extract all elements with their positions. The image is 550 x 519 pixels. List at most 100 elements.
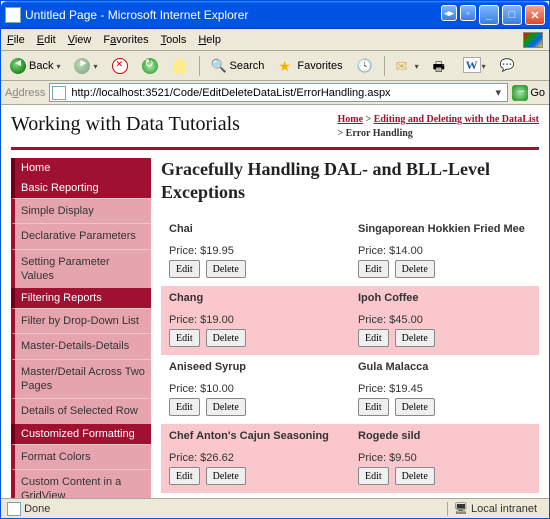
header-divider — [11, 147, 539, 150]
maximize-button[interactable]: □ — [502, 5, 522, 25]
history-button[interactable] — [352, 55, 378, 77]
edit-button[interactable]: Edit — [358, 467, 389, 485]
sidebar-item[interactable]: Simple Display — [11, 198, 151, 223]
product-name: Chang — [169, 292, 342, 304]
product-price: Price: $19.95 — [169, 245, 342, 257]
edit-button[interactable]: Edit — [169, 260, 200, 278]
toolbar: Back Search Favorites — [1, 51, 549, 81]
product-cell: Aniseed Syrup Price: $10.00 Edit Delete — [161, 355, 350, 424]
edit-button[interactable]: Edit — [358, 329, 389, 347]
sidebar: HomeBasic ReportingSimple DisplayDeclara… — [11, 158, 151, 498]
address-dropdown[interactable]: ▾ — [491, 86, 505, 99]
star-icon — [278, 58, 294, 74]
home-icon — [172, 58, 188, 74]
stop-button[interactable] — [107, 55, 133, 77]
sidebar-item[interactable]: Setting Parameter Values — [11, 249, 151, 289]
product-cell: Chai Price: $19.95 Edit Delete — [161, 217, 350, 286]
address-field[interactable]: ▾ — [49, 83, 508, 102]
mail-button[interactable] — [391, 55, 424, 77]
refresh-button[interactable] — [137, 55, 163, 77]
product-price: Price: $19.00 — [169, 314, 342, 326]
window-title: Untitled Page - Microsoft Internet Explo… — [25, 8, 441, 22]
edit-button[interactable]: Edit — [169, 329, 200, 347]
sidebar-item[interactable]: Master-Details-Details — [11, 333, 151, 358]
edit-button[interactable]: Edit — [169, 398, 200, 416]
delete-button[interactable]: Delete — [395, 260, 435, 278]
product-price: Price: $45.00 — [358, 314, 531, 326]
home-button[interactable] — [167, 55, 193, 77]
product-name: Chef Anton's Cajun Seasoning — [169, 430, 342, 442]
menu-favorites[interactable]: Favorites — [103, 34, 148, 46]
search-icon — [211, 58, 227, 74]
edit-button[interactable]: Edit — [358, 260, 389, 278]
edit-button[interactable]: Edit — [358, 398, 389, 416]
minimize-button[interactable]: _ — [479, 5, 499, 25]
product-cell: Gula MalaccaPrice: $19.45EditDelete — [350, 355, 539, 424]
aux-button-1[interactable]: ◂▸ — [441, 5, 457, 21]
delete-button[interactable]: Delete — [395, 329, 435, 347]
back-button[interactable]: Back — [5, 55, 65, 77]
sidebar-header[interactable]: Basic Reporting — [11, 178, 151, 198]
discuss-button[interactable] — [495, 55, 521, 77]
delete-button[interactable]: Delete — [395, 467, 435, 485]
sidebar-item[interactable]: Master/Detail Across Two Pages — [11, 359, 151, 399]
product-price: Price: $10.00 — [169, 383, 342, 395]
sidebar-item[interactable]: Filter by Drop-Down List — [11, 308, 151, 333]
product-name: Aniseed Syrup — [169, 361, 342, 373]
favorites-button[interactable]: Favorites — [273, 55, 347, 77]
sidebar-item[interactable]: Format Colors — [11, 444, 151, 469]
menu-bar: File Edit View Favorites Tools Help — [1, 29, 549, 51]
delete-button[interactable]: Delete — [206, 467, 246, 485]
delete-button[interactable]: Delete — [206, 329, 246, 347]
sidebar-header[interactable]: Filtering Reports — [11, 288, 151, 308]
breadcrumb-section[interactable]: Editing and Deleting with the DataList — [374, 114, 539, 125]
sidebar-header[interactable]: Home — [11, 158, 151, 178]
product-name: Ipoh Coffee — [358, 292, 531, 304]
delete-button[interactable]: Delete — [395, 398, 435, 416]
product-price: Price: $14.00 — [358, 245, 531, 257]
edit-button[interactable]: Edit — [169, 467, 200, 485]
ie-page-icon — [5, 7, 21, 23]
page-title: Gracefully Handling DAL- and BLL-Level E… — [161, 158, 539, 203]
forward-icon — [74, 58, 90, 74]
menu-view[interactable]: View — [68, 34, 92, 46]
ie-window: Untitled Page - Microsoft Internet Explo… — [0, 0, 550, 519]
menu-file[interactable]: File — [7, 34, 25, 46]
edit-button[interactable] — [458, 55, 491, 77]
product-cell: Rogede sildPrice: $9.50EditDelete — [350, 424, 539, 493]
product-cell: Chef Anton's Cajun SeasoningPrice: $26.6… — [161, 424, 350, 493]
status-zone: Local intranet — [471, 503, 537, 515]
address-input[interactable] — [69, 86, 491, 100]
go-button[interactable]: Go — [512, 85, 545, 101]
menu-edit[interactable]: Edit — [37, 34, 56, 46]
search-button[interactable]: Search — [206, 55, 270, 77]
breadcrumb: Home > Editing and Deleting with the Dat… — [338, 113, 539, 141]
aux-button-2[interactable]: ▫ — [460, 5, 476, 21]
close-button[interactable]: ✕ — [525, 5, 545, 25]
product-cell: Chef Anton's Gumbo MixPrice: $21.35EditD… — [161, 493, 350, 498]
discuss-icon — [500, 58, 516, 74]
sidebar-item[interactable]: Custom Content in a GridView — [11, 469, 151, 498]
product-name: Rogede sild — [358, 430, 531, 442]
product-cell: Singaporean Hokkien Fried MeePrice: $14.… — [350, 217, 539, 286]
product-cell: Ipoh Coffee Price: $45.00 Edit Delete — [350, 286, 539, 355]
menu-help[interactable]: Help — [198, 34, 221, 46]
breadcrumb-home[interactable]: Home — [338, 114, 364, 125]
forward-button[interactable] — [69, 55, 102, 77]
sidebar-header[interactable]: Customized Formatting — [11, 424, 151, 444]
site-title: Working with Data Tutorials — [11, 113, 240, 136]
product-cell: Chang Price: $19.00 Edit Delete — [161, 286, 350, 355]
viewport[interactable]: Working with Data Tutorials Home > Editi… — [1, 105, 549, 498]
delete-button[interactable]: Delete — [206, 398, 246, 416]
back-icon — [10, 58, 26, 74]
print-button[interactable] — [428, 55, 454, 77]
product-name: Gula Malacca — [358, 361, 531, 373]
delete-button[interactable]: Delete — [206, 260, 246, 278]
status-bar: Done Local intranet — [1, 498, 549, 518]
sidebar-item[interactable]: Details of Selected Row — [11, 398, 151, 423]
status-left: Done — [24, 503, 50, 515]
menu-tools[interactable]: Tools — [161, 34, 187, 46]
sidebar-item[interactable]: Declarative Parameters — [11, 223, 151, 248]
product-grid: ChaiPrice: $19.95EditDeleteSingaporean H… — [161, 217, 539, 498]
product-name: Chai — [169, 223, 342, 235]
